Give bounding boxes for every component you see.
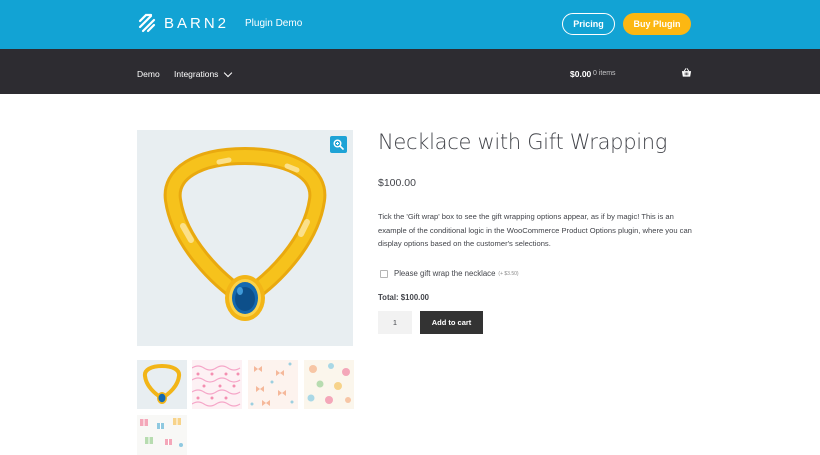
basket-icon[interactable] bbox=[681, 67, 692, 78]
thumbnail-pink-hearts-pattern[interactable] bbox=[192, 360, 242, 409]
pastel-ornaments-pattern-icon bbox=[307, 363, 351, 404]
zoom-button[interactable] bbox=[330, 136, 347, 153]
top-bar: BARN2 Plugin Demo Pricing Buy Plugin bbox=[0, 0, 820, 49]
gift-wrap-option[interactable]: Please gift wrap the necklace (+ $3.50) bbox=[380, 269, 519, 278]
barn2-logo-icon bbox=[138, 13, 156, 33]
thumbnail-gift-boxes-pattern[interactable] bbox=[137, 415, 187, 455]
add-to-cart-button[interactable]: Add to cart bbox=[420, 311, 483, 334]
thumbnail-necklace[interactable] bbox=[137, 360, 187, 409]
plugin-demo-label: Plugin Demo bbox=[245, 18, 303, 29]
gift-wrap-price: (+ $3.50) bbox=[498, 270, 519, 277]
product-description: Tick the 'Gift wrap' box to see the gift… bbox=[378, 212, 692, 248]
necklace-thumb-icon bbox=[142, 363, 182, 404]
gift-boxes-pattern-icon bbox=[140, 418, 183, 447]
logo-text: BARN2 bbox=[164, 14, 230, 32]
nav-item-integrations-label: Integrations bbox=[174, 69, 219, 79]
quantity-input[interactable]: 1 bbox=[378, 311, 412, 334]
pink-hearts-pattern-icon bbox=[192, 365, 241, 407]
total-price: Total: $100.00 bbox=[378, 293, 429, 302]
magnifier-plus-icon bbox=[333, 139, 344, 150]
peach-bows-pattern-icon bbox=[250, 362, 294, 406]
chevron-down-icon bbox=[224, 68, 233, 77]
nav-item-demo[interactable]: Demo bbox=[137, 69, 160, 79]
buy-plugin-button[interactable]: Buy Plugin bbox=[623, 13, 691, 35]
thumbnail-peach-bows-pattern[interactable] bbox=[248, 360, 298, 409]
gift-wrap-label[interactable]: Please gift wrap the necklace bbox=[394, 269, 495, 278]
product-title: Necklace with Gift Wrapping bbox=[378, 130, 668, 154]
product-main-image[interactable] bbox=[137, 130, 353, 346]
product-price: $100.00 bbox=[378, 177, 416, 189]
pricing-button[interactable]: Pricing bbox=[562, 13, 615, 35]
gift-wrap-checkbox[interactable] bbox=[380, 269, 388, 278]
nav-item-integrations[interactable]: Integrations bbox=[174, 68, 233, 79]
nav-item-demo-label: Demo bbox=[137, 69, 160, 79]
necklace-image bbox=[163, 147, 327, 321]
thumbnail-pastel-ornaments-pattern[interactable] bbox=[304, 360, 354, 409]
barn2-logo[interactable]: BARN2 bbox=[137, 13, 229, 33]
nav-bar: Demo Integrations $0.00 0 items bbox=[0, 49, 820, 94]
cart-amount[interactable]: $0.00 bbox=[570, 69, 591, 79]
cart-count[interactable]: 0 items bbox=[593, 70, 616, 77]
